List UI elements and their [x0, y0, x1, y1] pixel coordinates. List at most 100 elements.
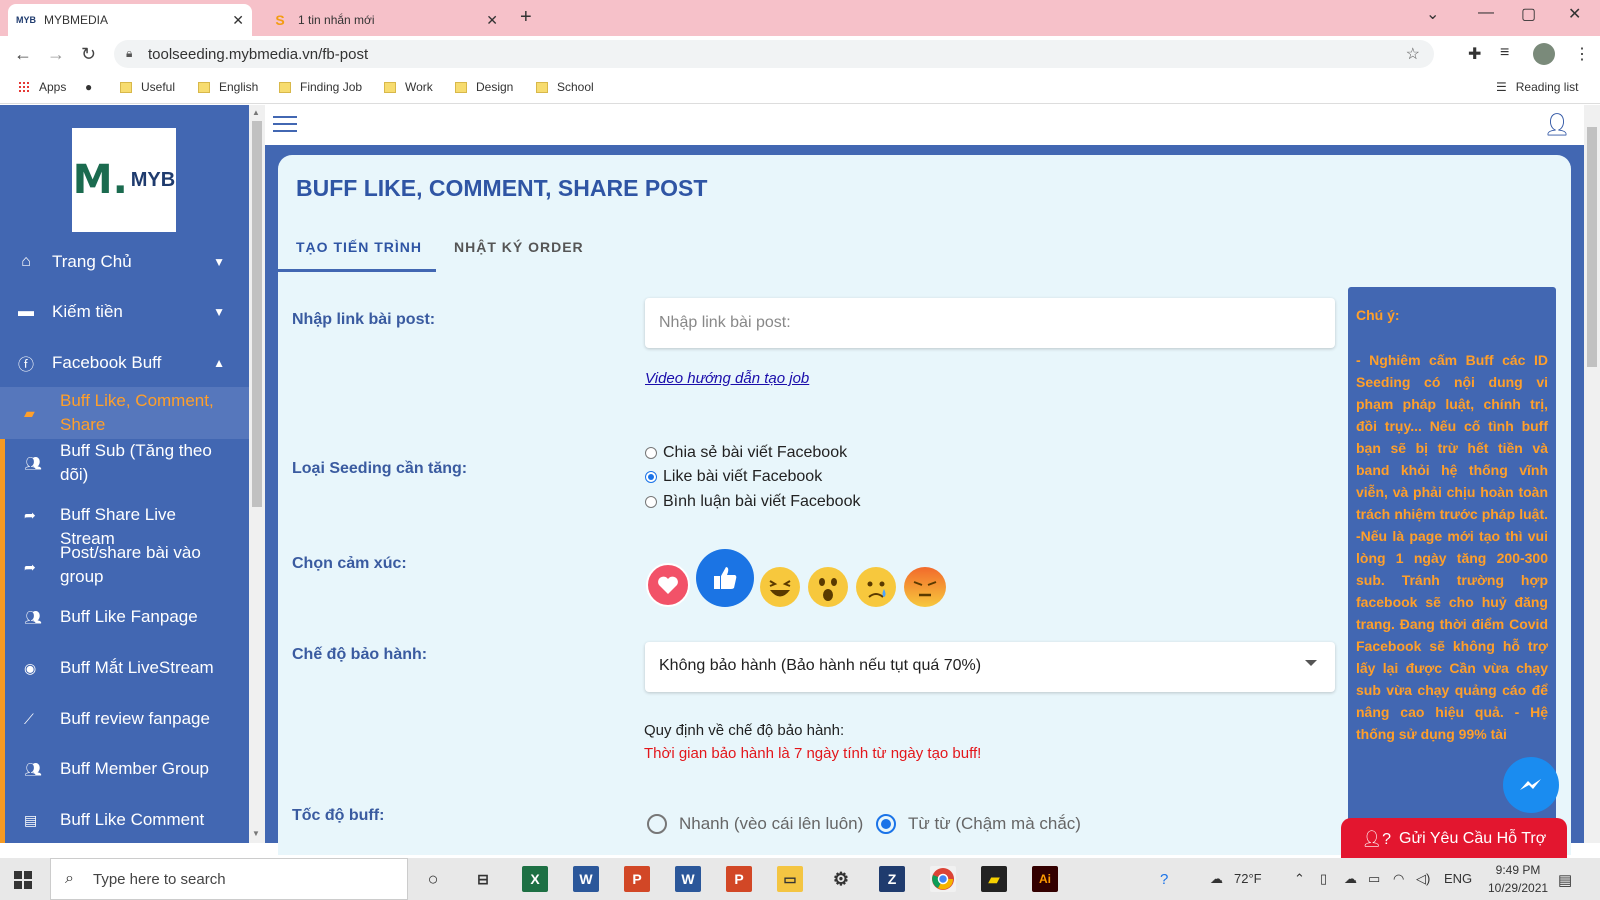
task-view-icon[interactable]: ⊟: [470, 866, 496, 892]
minimize-icon[interactable]: —: [1478, 4, 1494, 22]
sidebar-item-buff-member-group[interactable]: 👥︎ Buff Member Group: [0, 755, 249, 785]
messenger-icon[interactable]: [1503, 757, 1559, 813]
back-icon[interactable]: ←: [14, 44, 32, 65]
bookmark-school[interactable]: School: [536, 80, 594, 94]
sad-reaction-icon[interactable]: [856, 567, 896, 607]
speed-option-slow[interactable]: Từ từ (Chậm mà chắc): [876, 814, 1081, 834]
file-explorer-icon[interactable]: ▭: [777, 866, 803, 892]
radio-button-selected[interactable]: [645, 471, 657, 483]
reload-icon[interactable]: ↻: [81, 44, 96, 65]
tab-messages[interactable]: S 1 tin nhắn mới ✕: [262, 4, 506, 36]
seeding-option-share[interactable]: Chia sẻ bài viết Facebook: [645, 444, 847, 462]
profile-avatar[interactable]: [1533, 43, 1555, 65]
close-icon[interactable]: ✕: [232, 12, 244, 29]
url-field[interactable]: 🔒︎ toolseeding.mybmedia.vn/fb-post ☆: [114, 40, 1434, 68]
weather-temp[interactable]: 72°F: [1234, 871, 1262, 886]
sidebar-item-buff-like-comment-share[interactable]: ▰ Buff Like, Comment, Share: [0, 387, 249, 439]
windows-start-icon[interactable]: [14, 871, 32, 889]
tab-search-icon[interactable]: ⌄: [1426, 4, 1439, 24]
media-control-icon[interactable]: ≡: [1500, 44, 1509, 62]
speed-option-fast[interactable]: Nhanh (vèo cái lên luôn): [647, 814, 863, 834]
support-request-button[interactable]: 👤︎? Gửi Yêu Cầu Hỗ Trợ: [1341, 818, 1567, 860]
forward-icon[interactable]: →: [47, 44, 65, 65]
radio-button[interactable]: [647, 814, 667, 834]
post-link-field[interactable]: [645, 298, 1335, 348]
scroll-up-icon[interactable]: ▲: [252, 108, 260, 117]
sidebar-scrollbar[interactable]: ▲ ▼: [249, 105, 265, 843]
radio-button-selected[interactable]: [876, 814, 896, 834]
volume-icon[interactable]: ◁): [1416, 871, 1430, 887]
bookmark-useful[interactable]: Useful: [120, 80, 175, 94]
tab-mybmedia[interactable]: MYB MYBMEDIA ✕: [8, 4, 252, 36]
logo[interactable]: M. MYB: [72, 128, 176, 232]
sidebar-item-buff-review-fanpage[interactable]: ⟋ Buff review fanpage: [0, 705, 249, 735]
close-icon[interactable]: ✕: [486, 12, 498, 29]
powerpoint-doc-icon[interactable]: P: [726, 866, 752, 892]
language-indicator[interactable]: ENG: [1444, 871, 1472, 886]
seeding-option-comment[interactable]: Bình luận bài viết Facebook: [645, 493, 860, 511]
post-link-input[interactable]: [645, 298, 1335, 348]
sidebar-item-buff-share-live[interactable]: ➦ Buff Share Live Stream: [0, 501, 249, 548]
new-tab-icon[interactable]: +: [520, 6, 532, 29]
sidebar-item-buff-like-comment[interactable]: ▤ Buff Like Comment: [0, 806, 249, 836]
excel-icon[interactable]: X: [522, 866, 548, 892]
scroll-down-icon[interactable]: ▼: [252, 829, 260, 838]
video-guide-link[interactable]: Video hướng dẫn tạo job: [645, 370, 809, 387]
reading-list[interactable]: ☰ Reading list: [1496, 80, 1578, 94]
chrome-icon[interactable]: [930, 866, 956, 892]
bookmark-design[interactable]: Design: [455, 80, 513, 94]
wow-reaction-icon[interactable]: [808, 567, 848, 607]
sidebar-item-earn[interactable]: ▬ Kiếm tiền ▼: [0, 297, 249, 327]
bookmark-star-icon[interactable]: ☆: [1406, 44, 1420, 64]
globe-icon[interactable]: ●: [85, 80, 92, 94]
sidebar-item-buff-like-fanpage[interactable]: 👥︎ Buff Like Fanpage: [0, 603, 249, 633]
word-doc-icon[interactable]: W: [675, 866, 701, 892]
page-scrollbar[interactable]: [1584, 105, 1600, 843]
onedrive-icon[interactable]: ☁: [1344, 871, 1357, 887]
tray-chevron-icon[interactable]: ⌃: [1294, 871, 1305, 887]
battery-icon[interactable]: ▭: [1368, 871, 1380, 887]
sidebar-item-buff-mat-livestream[interactable]: ◉ Buff Mắt LiveStream: [0, 654, 249, 684]
radio-button[interactable]: [645, 447, 657, 459]
seeding-option-like[interactable]: Like bài viết Facebook: [645, 468, 822, 486]
sticky-notes-icon[interactable]: ▰: [981, 866, 1007, 892]
sidebar-item-buff-sub[interactable]: 👥︎ Buff Sub (Tăng theo dõi): [0, 439, 249, 489]
taskbar-search[interactable]: ⌕ Type here to search: [50, 858, 408, 900]
cortana-icon[interactable]: ○: [420, 866, 446, 892]
hamburger-menu-icon[interactable]: [273, 116, 297, 134]
more-menu-icon[interactable]: ⋮: [1574, 44, 1590, 64]
illustrator-icon[interactable]: Ai: [1032, 866, 1058, 892]
bookmark-work[interactable]: Work: [384, 80, 433, 94]
powerpoint-icon[interactable]: P: [624, 866, 650, 892]
sidebar-item-home[interactable]: ⌂ Trang Chủ ▼: [0, 247, 249, 277]
sidebar-item-facebook-buff[interactable]: ⓕ Facebook Buff ▲: [0, 348, 249, 378]
bookmark-apps[interactable]: Apps: [18, 80, 66, 94]
angry-reaction-icon[interactable]: [904, 567, 946, 607]
taskbar-clock[interactable]: 9:49 PM 10/29/2021: [1488, 861, 1548, 897]
tab-order-log[interactable]: NHẬT KÝ ORDER: [454, 239, 584, 255]
sidebar-item-post-share-group[interactable]: ➦ Post/share bài vào group: [0, 541, 249, 593]
extensions-icon[interactable]: ✚: [1468, 44, 1481, 64]
like-reaction-icon[interactable]: [696, 549, 754, 607]
scrollbar-thumb[interactable]: [252, 121, 262, 507]
logo-text: MYB: [130, 168, 176, 191]
user-check-icon[interactable]: 👤︎: [1543, 112, 1571, 138]
scrollbar-thumb[interactable]: [1587, 127, 1597, 367]
haha-reaction-icon[interactable]: [760, 567, 800, 607]
tab-create-process[interactable]: TẠO TIẾN TRÌNH: [296, 239, 422, 255]
notifications-icon[interactable]: ▤: [1558, 871, 1572, 889]
reading-list-icon: ☰: [1496, 80, 1507, 94]
window-close-icon[interactable]: ✕: [1568, 4, 1581, 24]
address-bar: ← → ↻ 🔒︎ toolseeding.mybmedia.vn/fb-post…: [0, 36, 1600, 72]
settings-gear-icon[interactable]: ⚙: [828, 866, 854, 892]
help-icon[interactable]: ?: [1160, 871, 1168, 888]
maximize-icon[interactable]: ▢: [1521, 4, 1536, 24]
wifi-icon[interactable]: ◠: [1393, 871, 1404, 887]
radio-button[interactable]: [645, 496, 657, 508]
bookmark-finding-job[interactable]: Finding Job: [279, 80, 362, 94]
love-reaction-icon[interactable]: [646, 563, 690, 607]
warranty-select[interactable]: Không bảo hành (Bảo hành nếu tụt quá 70%…: [645, 642, 1335, 692]
word-icon[interactable]: W: [573, 866, 599, 892]
zalo-icon[interactable]: Z: [879, 866, 905, 892]
bookmark-english[interactable]: English: [198, 80, 258, 94]
